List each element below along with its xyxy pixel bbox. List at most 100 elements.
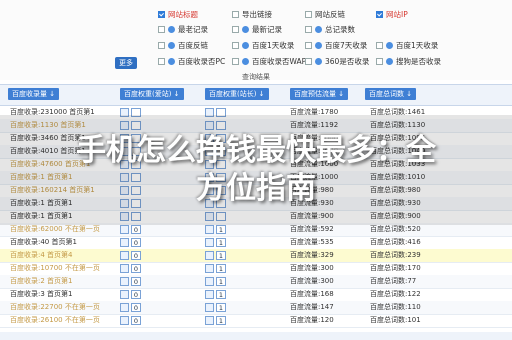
checkbox[interactable]: [376, 42, 383, 49]
baidu-index-cell[interactable]: 百度收录:26100 不在第一页: [10, 315, 115, 326]
overlay-title: 手机怎么挣钱最快最多：全 方位指南: [0, 132, 512, 208]
weight-value: 0: [131, 303, 141, 312]
weight-icon: [205, 277, 214, 286]
option-label: 百度7天收录: [325, 41, 368, 50]
weight-zhanzhang-cell[interactable]: 1: [205, 302, 265, 313]
weight-aizhan-cell[interactable]: 0: [120, 302, 180, 313]
checkbox[interactable]: [232, 42, 239, 49]
checkbox[interactable]: [232, 11, 239, 18]
table-row: 百度收录:62000 不在第一页 0 1 百度流量:592 百度总词数:520: [0, 223, 512, 237]
weight-zhanzhang-cell[interactable]: 1: [205, 289, 265, 300]
overlay-title-line-1: 手机怎么挣钱最快最多：全: [76, 133, 436, 168]
baidu-index-cell[interactable]: 百度收录:22700 不在第一页: [10, 302, 115, 313]
site-logo-icon: [242, 26, 249, 33]
checkbox[interactable]: [305, 58, 312, 65]
weight-aizhan-cell[interactable]: 0: [120, 224, 180, 235]
more-button[interactable]: 更多: [115, 57, 137, 69]
options-panel: 网站标题 导出链接 网站反链 网站IP 最老记录 最新记录 总记录数 百度反链 百度1天收录 百度…: [0, 0, 512, 80]
checkbox[interactable]: [158, 11, 165, 18]
option-checkbox[interactable]: 搜狗是否收录: [376, 56, 441, 67]
weight-value: 1: [216, 264, 226, 273]
weight-zhanzhang-cell[interactable]: 1: [205, 276, 265, 287]
weight-value: 1: [216, 277, 226, 286]
site-logo-icon: [386, 58, 393, 65]
option-checkbox[interactable]: 最新记录: [232, 24, 282, 35]
column-header-sort-button[interactable]: 百度总词数 ↓: [365, 88, 417, 100]
weight-value: 1: [216, 238, 226, 247]
baidu-index-cell[interactable]: 百度收录:10700 不在第一页: [10, 263, 115, 274]
baidu-index-cell[interactable]: 百度收录:3 首页第1: [10, 289, 115, 300]
weight-icon: [120, 277, 129, 286]
weight-icon: [205, 238, 214, 247]
weight-aizhan-cell[interactable]: 0: [120, 315, 180, 326]
baidu-index-cell[interactable]: 百度收录:40 首页第1: [10, 237, 115, 248]
option-checkbox[interactable]: 百度反链: [158, 40, 208, 51]
checkbox[interactable]: [305, 26, 312, 33]
checkbox[interactable]: [158, 58, 165, 65]
total-keywords-cell: 百度总词数:122: [370, 290, 421, 298]
total-keywords-cell: 百度总词数:110: [370, 303, 421, 311]
baidu-index-cell[interactable]: 百度收录:4 首页第4: [10, 250, 115, 261]
estimated-traffic-cell: 百度流量:300: [290, 277, 334, 285]
site-logo-icon: [315, 58, 322, 65]
option-checkbox[interactable]: 网站IP: [376, 9, 408, 20]
option-label: 导出链接: [242, 10, 272, 19]
option-checkbox[interactable]: 百度7天收录: [305, 40, 367, 51]
option-checkbox[interactable]: 最老记录: [158, 24, 208, 35]
table-row: 百度收录:26100 不在第一页 0 1 百度流量:120 百度总词数:101: [0, 314, 512, 328]
weight-zhanzhang-cell[interactable]: 1: [205, 250, 265, 261]
option-label: 百度1天收录: [252, 41, 295, 50]
checkbox[interactable]: [158, 26, 165, 33]
column-header-sort-button[interactable]: 百度收录量 ↓: [8, 88, 60, 100]
checkbox[interactable]: [232, 58, 239, 65]
column-header-sort-button[interactable]: 百度预估流量 ↓: [290, 88, 349, 100]
weight-zhanzhang-cell[interactable]: 1: [205, 263, 265, 274]
weight-aizhan-cell[interactable]: 0: [120, 276, 180, 287]
site-logo-icon: [168, 26, 175, 33]
weight-aizhan-cell[interactable]: 0: [120, 237, 180, 248]
total-keywords-cell: 百度总词数:416: [370, 238, 421, 246]
weight-zhanzhang-cell[interactable]: 1: [205, 237, 265, 248]
option-label: 最老记录: [178, 25, 208, 34]
weight-value: 1: [216, 225, 226, 234]
weight-aizhan-cell[interactable]: 0: [120, 289, 180, 300]
option-checkbox[interactable]: 百度1天收录: [232, 40, 294, 51]
weight-zhanzhang-cell[interactable]: 1: [205, 315, 265, 326]
column-header-sort-button[interactable]: 百度权重(爱站) ↓: [120, 88, 184, 100]
option-checkbox[interactable]: 网站反链: [305, 9, 345, 20]
weight-value: 1: [216, 316, 226, 325]
weight-zhanzhang-cell[interactable]: 1: [205, 224, 265, 235]
site-logo-icon: [386, 42, 393, 49]
checkbox[interactable]: [305, 42, 312, 49]
option-label: 最新记录: [252, 25, 282, 34]
column-header-sort-button[interactable]: 百度权重(站长) ↓: [205, 88, 269, 100]
baidu-index-cell[interactable]: 百度收录:2 首页第1: [10, 276, 115, 287]
option-checkbox[interactable]: 百度1天收录: [376, 40, 438, 51]
weight-value: 1: [216, 290, 226, 299]
total-keywords-cell: 百度总词数:239: [370, 251, 421, 259]
checkbox[interactable]: [158, 42, 165, 49]
estimated-traffic-cell: 百度流量:535: [290, 238, 334, 246]
baidu-index-cell[interactable]: 百度收录:62000 不在第一页: [10, 224, 115, 235]
checkbox[interactable]: [376, 11, 383, 18]
checkbox[interactable]: [232, 26, 239, 33]
weight-value: 0: [131, 277, 141, 286]
checkbox[interactable]: [305, 11, 312, 18]
weight-aizhan-cell[interactable]: 0: [120, 250, 180, 261]
option-label: 网站标题: [168, 10, 198, 19]
weight-icon: [120, 316, 129, 325]
weight-value: 0: [131, 316, 141, 325]
option-checkbox[interactable]: 网站标题: [158, 9, 198, 20]
checkbox[interactable]: [376, 58, 383, 65]
option-checkbox[interactable]: 百度收录否WAP: [232, 56, 306, 67]
table-row: 百度收录:10700 不在第一页 0 1 百度流量:300 百度总词数:170: [0, 262, 512, 276]
site-logo-icon: [315, 26, 322, 33]
site-logo-icon: [242, 42, 249, 49]
option-checkbox[interactable]: 导出链接: [232, 9, 272, 20]
option-checkbox[interactable]: 360是否收录: [305, 56, 369, 67]
option-checkbox[interactable]: 总记录数: [305, 24, 355, 35]
weight-icon: [120, 238, 129, 247]
total-keywords-cell: 百度总词数:77: [370, 277, 417, 285]
option-checkbox[interactable]: 百度收录否PC: [158, 56, 225, 67]
weight-aizhan-cell[interactable]: 0: [120, 263, 180, 274]
